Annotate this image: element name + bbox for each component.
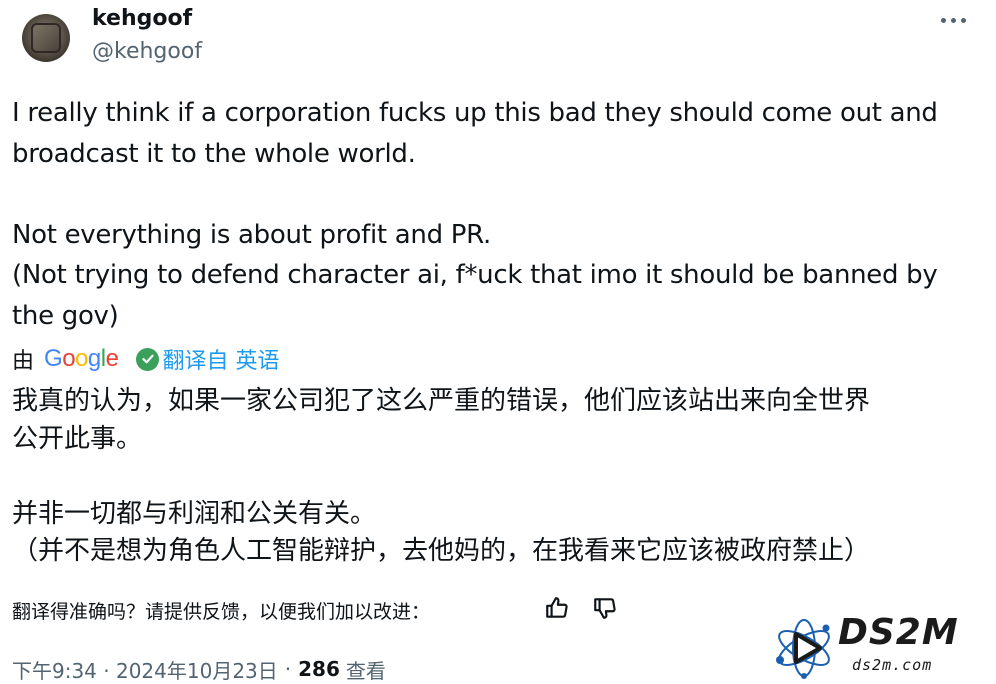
by-label: 由 bbox=[12, 349, 35, 374]
google-logo: Google bbox=[44, 345, 119, 372]
meta-separator: · bbox=[284, 657, 292, 681]
avatar[interactable] bbox=[22, 14, 70, 62]
author-handle[interactable]: @kehgoof bbox=[92, 37, 202, 67]
translation-text: 我真的认为，如果一家公司犯了这么严重的错误，他们应该站出来向全世界 公开此事。 … bbox=[12, 386, 871, 566]
watermark-subtext: ds2m.com bbox=[852, 656, 933, 674]
thumbs-down-button[interactable] bbox=[590, 594, 620, 622]
author-display-name[interactable]: kehgoof bbox=[92, 4, 192, 34]
watermark-text: DS2M bbox=[838, 612, 959, 653]
thumbs-down-icon bbox=[594, 598, 616, 619]
views-count: 286 bbox=[298, 657, 340, 681]
tweet-timestamp[interactable]: 下午9:34 · 2024年10月23日 bbox=[12, 655, 278, 684]
tweet-meta: 下午9:34 · 2024年10月23日 · 286 查看 bbox=[12, 655, 386, 683]
thumbs-up-button[interactable] bbox=[542, 594, 572, 622]
views-label: 查看 bbox=[345, 658, 386, 683]
more-horizontal-icon bbox=[940, 17, 946, 23]
check-circle-icon bbox=[136, 347, 160, 371]
more-options-button[interactable] bbox=[938, 8, 968, 32]
tweet-text: I really think if a corporation fucks up… bbox=[12, 98, 938, 331]
translation-attribution: 由 Google 翻译自 英语 bbox=[12, 342, 279, 376]
thumbs-up-icon bbox=[546, 597, 568, 618]
translated-from-link[interactable]: 翻译自 英语 bbox=[162, 343, 279, 375]
translation-feedback-prompt: 翻译得准确吗？请提供反馈，以便我们加以改进： bbox=[12, 600, 431, 623]
